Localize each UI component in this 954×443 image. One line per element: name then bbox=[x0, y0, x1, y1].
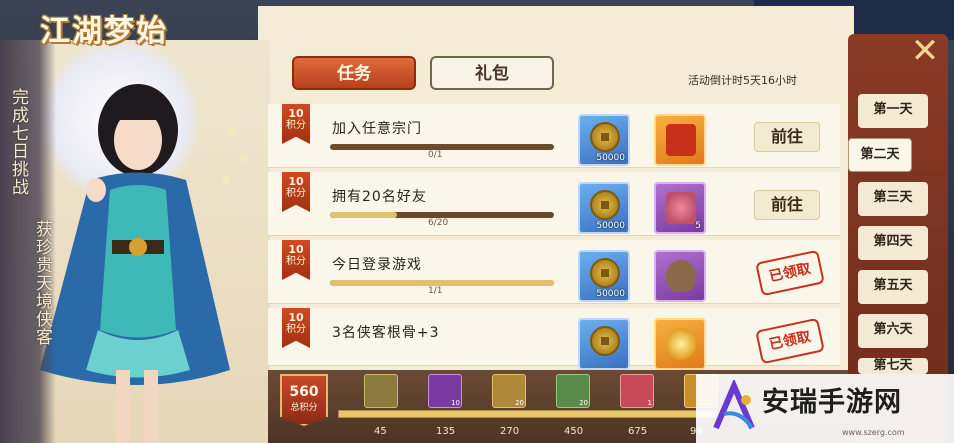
day-tab-5[interactable]: 第五天 bbox=[858, 270, 928, 304]
tab-gift-pack[interactable]: 礼包 bbox=[430, 56, 554, 90]
money-bag-icon[interactable] bbox=[654, 250, 706, 302]
milestone-value: 270 bbox=[500, 426, 520, 437]
watermark-name: 安瑞手游网 bbox=[762, 387, 902, 418]
total-points-label: 总积分 bbox=[290, 403, 318, 413]
go-button[interactable]: 前往 bbox=[754, 122, 820, 152]
green-token-icon[interactable]: 20 bbox=[556, 374, 590, 408]
total-points-value: 560 bbox=[289, 384, 319, 400]
task-progress-text: 1/1 bbox=[428, 286, 443, 296]
golden-orb-icon[interactable] bbox=[654, 318, 706, 370]
task-progress-text: 0/1 bbox=[428, 150, 443, 160]
scroll-icon[interactable] bbox=[364, 374, 398, 408]
points-tag: 10 积分 bbox=[282, 240, 310, 280]
points-label: 积分 bbox=[286, 120, 306, 131]
points-label: 积分 bbox=[286, 256, 306, 267]
tagline-right: 获珍贵天境侠客 bbox=[32, 220, 52, 346]
reward-qty: 5 bbox=[695, 221, 701, 231]
day-tab-4[interactable]: 第四天 bbox=[858, 226, 928, 260]
copper-coin-icon[interactable]: 50000 bbox=[578, 182, 630, 234]
reward-qty: 20 bbox=[579, 399, 588, 407]
milestone-value: 135 bbox=[436, 426, 456, 437]
claimed-stamp: 已领取 bbox=[755, 317, 825, 365]
day-tab-1[interactable]: 第一天 bbox=[858, 94, 928, 128]
points-label: 积分 bbox=[286, 188, 306, 199]
go-button[interactable]: 前往 bbox=[754, 190, 820, 220]
copper-coin-icon[interactable]: 50000 bbox=[578, 250, 630, 302]
day-tab-6[interactable]: 第六天 bbox=[858, 314, 928, 348]
close-icon[interactable]: ✕ bbox=[908, 34, 942, 70]
task-title: 拥有20名好友 bbox=[332, 189, 427, 205]
copper-coin-icon[interactable]: 50000 bbox=[578, 114, 630, 166]
milestone-value: 45 bbox=[374, 426, 387, 437]
milestone-value: 675 bbox=[628, 426, 648, 437]
milestone-progress bbox=[338, 410, 718, 418]
points-tag: 10 积分 bbox=[282, 104, 310, 144]
red-envelope-icon[interactable] bbox=[654, 114, 706, 166]
points-value: 10 bbox=[288, 243, 304, 256]
task-title: 加入任意宗门 bbox=[332, 121, 422, 137]
watermark-logo-icon bbox=[713, 380, 755, 430]
reward-qty: 10 bbox=[451, 399, 460, 407]
watermark-url: www.szerg.com bbox=[842, 428, 905, 437]
reward-qty: 20 bbox=[515, 399, 524, 407]
day-tab-3[interactable]: 第三天 bbox=[858, 182, 928, 216]
gold-scroll-icon[interactable]: 20 bbox=[492, 374, 526, 408]
event-title: 江湖梦始 bbox=[40, 14, 168, 49]
reward-qty: 1 bbox=[647, 399, 652, 407]
reward-qty: 50000 bbox=[596, 289, 625, 299]
claimed-stamp: 已领取 bbox=[755, 249, 825, 297]
flower-bouquet-icon[interactable]: 5 bbox=[654, 182, 706, 234]
task-title: 今日登录游戏 bbox=[332, 257, 422, 273]
task-row: 10 积分 加入任意宗门 0/1 50000 前往 bbox=[268, 104, 840, 168]
day-tab-2[interactable]: 第二天 bbox=[848, 138, 912, 172]
event-countdown: 活动倒计时5天16小时 bbox=[688, 74, 797, 87]
total-points-badge: 560 总积分 bbox=[280, 374, 328, 426]
points-value: 10 bbox=[288, 107, 304, 120]
reward-qty: 50000 bbox=[596, 221, 625, 231]
points-value: 10 bbox=[288, 311, 304, 324]
day-tab-7[interactable]: 第七天 bbox=[858, 358, 928, 374]
task-row: 10 积分 拥有20名好友 6/20 50000 5 前往 bbox=[268, 172, 840, 236]
points-value: 10 bbox=[288, 175, 304, 188]
tab-tasks[interactable]: 任务 bbox=[292, 56, 416, 90]
task-title: 3名侠客根骨+3 bbox=[332, 325, 440, 341]
points-tag: 10 积分 bbox=[282, 172, 310, 212]
task-row: 10 积分 3名侠客根骨+3 已领取 bbox=[268, 308, 840, 370]
copper-coin-icon[interactable] bbox=[578, 318, 630, 370]
reward-qty: 50000 bbox=[596, 153, 625, 163]
task-row: 10 积分 今日登录游戏 1/1 50000 已领取 bbox=[268, 240, 840, 304]
points-label: 积分 bbox=[286, 324, 306, 335]
red-card-icon[interactable]: 1 bbox=[620, 374, 654, 408]
purple-chest-icon[interactable]: 10 bbox=[428, 374, 462, 408]
points-tag: 10 积分 bbox=[282, 308, 310, 348]
tagline-left: 完成七日挑战 bbox=[8, 88, 28, 196]
milestone-value: 450 bbox=[564, 426, 584, 437]
task-progress-text: 6/20 bbox=[428, 218, 449, 228]
